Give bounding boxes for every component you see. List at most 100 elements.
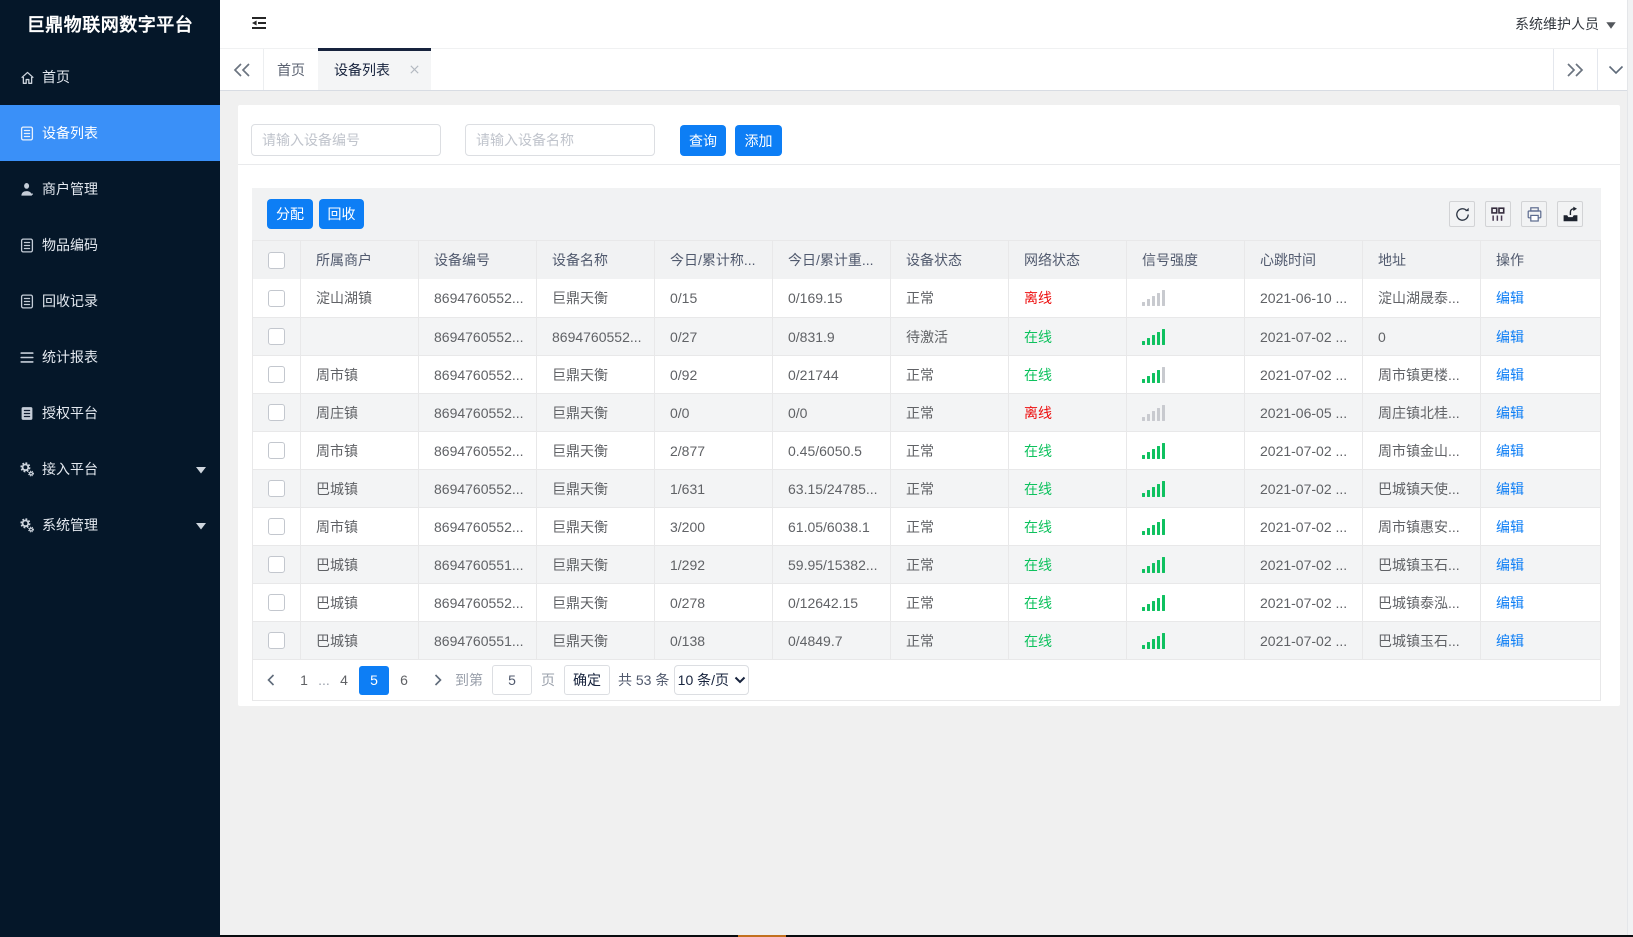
sidebar-item-授权平台[interactable]: 授权平台 bbox=[0, 385, 220, 441]
tab-首页[interactable]: 首页 bbox=[264, 49, 318, 90]
columns-grid-button[interactable] bbox=[1485, 201, 1511, 227]
cell: 淀山湖晟泰... bbox=[1363, 279, 1481, 317]
cell: 0/4849.7 bbox=[773, 622, 891, 659]
cell: 正常 bbox=[891, 470, 1009, 507]
network-status: 在线 bbox=[1024, 366, 1052, 383]
report-lines-icon bbox=[19, 349, 35, 366]
sidebar-item-首页[interactable]: 首页 bbox=[0, 49, 220, 105]
edit-link[interactable]: 编辑 bbox=[1496, 365, 1524, 385]
edit-link[interactable]: 编辑 bbox=[1496, 403, 1524, 423]
cell: 在线 bbox=[1009, 432, 1127, 469]
cell: 编辑 bbox=[1481, 279, 1602, 317]
device-no-input[interactable] bbox=[251, 124, 441, 156]
cell: 巨鼎天衡 bbox=[537, 356, 655, 393]
cell: 2021-07-02 ... bbox=[1245, 470, 1363, 507]
page-1-button[interactable]: 1 bbox=[294, 672, 314, 688]
confirm-button[interactable]: 确定 bbox=[564, 665, 610, 695]
device-table: 所属商户 设备编号 设备名称 今日/累计称... 今日/累计重... 设备状态 网络状态 信号… bbox=[252, 240, 1601, 701]
row-checkbox[interactable] bbox=[268, 518, 285, 535]
page-size-label: 10 条/页 bbox=[677, 672, 730, 688]
row-checkbox[interactable] bbox=[268, 556, 285, 573]
next-page-button[interactable] bbox=[428, 673, 448, 687]
row-checkbox[interactable] bbox=[268, 404, 285, 421]
scrollbar[interactable] bbox=[1627, 0, 1633, 937]
table-row: 周庄镇 8694760552... 巨鼎天衡 0/0 0/0 正常 离线 2021-06-05… bbox=[253, 393, 1600, 431]
search-row: 查询 添加 bbox=[251, 124, 782, 156]
prev-page-button[interactable] bbox=[261, 673, 281, 687]
pagination-ellipsis: ... bbox=[318, 672, 330, 688]
table-tool-icons bbox=[1449, 201, 1583, 227]
row-checkbox[interactable] bbox=[268, 289, 285, 307]
recycle-button[interactable]: 回收 bbox=[319, 199, 364, 229]
cell: 0/21744 bbox=[773, 356, 891, 393]
edit-link[interactable]: 编辑 bbox=[1496, 555, 1524, 575]
tab-设备列表[interactable]: 设备列表 bbox=[318, 48, 431, 90]
authorize-icon bbox=[19, 405, 35, 422]
page-4-button[interactable]: 4 bbox=[334, 672, 354, 688]
page-size-select[interactable]: 10 条/页 bbox=[674, 665, 750, 695]
refresh-button[interactable] bbox=[1449, 201, 1475, 227]
page-6-button[interactable]: 6 bbox=[394, 672, 414, 688]
edit-link[interactable]: 编辑 bbox=[1496, 479, 1524, 499]
cell: 周市镇更楼... bbox=[1363, 356, 1481, 393]
cell bbox=[253, 546, 301, 583]
cell: 在线 bbox=[1009, 622, 1127, 659]
cell: 2/877 bbox=[655, 432, 773, 469]
add-button[interactable]: 添加 bbox=[735, 125, 782, 156]
sidebar-item-统计报表[interactable]: 统计报表 bbox=[0, 329, 220, 385]
export-button[interactable] bbox=[1557, 201, 1583, 227]
table-header: 所属商户 设备编号 设备名称 今日/累计称... 今日/累计重... 设备状态 网络状态 信号… bbox=[253, 240, 1600, 279]
edit-link[interactable]: 编辑 bbox=[1496, 441, 1524, 461]
sidebar-item-物品编码[interactable]: 物品编码 bbox=[0, 217, 220, 273]
sidebar-item-label: 统计报表 bbox=[42, 349, 98, 365]
printer-button[interactable] bbox=[1521, 201, 1547, 227]
collapse-sidebar-icon[interactable] bbox=[251, 15, 269, 33]
network-status: 在线 bbox=[1024, 632, 1052, 649]
device-name-input[interactable] bbox=[465, 124, 655, 156]
edit-link[interactable]: 编辑 bbox=[1496, 593, 1524, 613]
edit-link[interactable]: 编辑 bbox=[1496, 327, 1524, 347]
sidebar-item-回收记录[interactable]: 回收记录 bbox=[0, 273, 220, 329]
tabs-scroll-right-button[interactable] bbox=[1553, 49, 1597, 90]
cell bbox=[1127, 546, 1245, 583]
user-menu[interactable]: 系统维护人员 bbox=[1515, 0, 1616, 48]
edit-link[interactable]: 编辑 bbox=[1496, 517, 1524, 537]
cell bbox=[1127, 318, 1245, 355]
row-checkbox[interactable] bbox=[268, 594, 285, 611]
assign-button[interactable]: 分配 bbox=[267, 199, 313, 229]
cell bbox=[1127, 584, 1245, 621]
cell: 0/169.15 bbox=[773, 279, 891, 317]
tabs-scroll-left-button[interactable] bbox=[220, 49, 264, 90]
network-status: 在线 bbox=[1024, 556, 1052, 573]
sidebar-item-设备列表[interactable]: 设备列表 bbox=[0, 105, 220, 161]
cell: 8694760551... bbox=[419, 546, 537, 583]
edit-link[interactable]: 编辑 bbox=[1496, 631, 1524, 651]
cell: 巴城镇泰泓... bbox=[1363, 584, 1481, 621]
sidebar-item-商户管理[interactable]: 商户管理 bbox=[0, 161, 220, 217]
cell: 在线 bbox=[1009, 584, 1127, 621]
row-checkbox[interactable] bbox=[268, 366, 285, 383]
table-row: 周市镇 8694760552... 巨鼎天衡 0/92 0/21744 正常 在线 2021-… bbox=[253, 355, 1600, 393]
page-5-button[interactable]: 5 bbox=[359, 665, 389, 695]
row-checkbox[interactable] bbox=[268, 632, 285, 649]
header-cell-select-all bbox=[253, 241, 301, 279]
close-icon[interactable] bbox=[410, 65, 419, 74]
row-checkbox[interactable] bbox=[268, 442, 285, 459]
sidebar: 巨鼎物联网数字平台 首页 设备列表 商户管理 物品编码 回收记录 统计报表 授权平台 接入平台… bbox=[0, 0, 220, 937]
cell: 正常 bbox=[891, 508, 1009, 545]
row-checkbox[interactable] bbox=[268, 480, 285, 497]
cell: 巴城镇 bbox=[301, 470, 419, 507]
edit-link[interactable]: 编辑 bbox=[1496, 288, 1524, 308]
cell: 待激活 bbox=[891, 318, 1009, 355]
cell: 在线 bbox=[1009, 356, 1127, 393]
cell: 2021-07-02 ... bbox=[1245, 546, 1363, 583]
cell: 在线 bbox=[1009, 508, 1127, 545]
select-all-checkbox[interactable] bbox=[268, 251, 285, 269]
row-checkbox[interactable] bbox=[268, 328, 285, 345]
query-button[interactable]: 查询 bbox=[680, 125, 726, 156]
cell: 0/92 bbox=[655, 356, 773, 393]
cell: 在线 bbox=[1009, 546, 1127, 583]
sidebar-item-接入平台[interactable]: 接入平台 bbox=[0, 441, 220, 497]
sidebar-item-系统管理[interactable]: 系统管理 bbox=[0, 497, 220, 553]
goto-page-input[interactable] bbox=[492, 665, 532, 695]
